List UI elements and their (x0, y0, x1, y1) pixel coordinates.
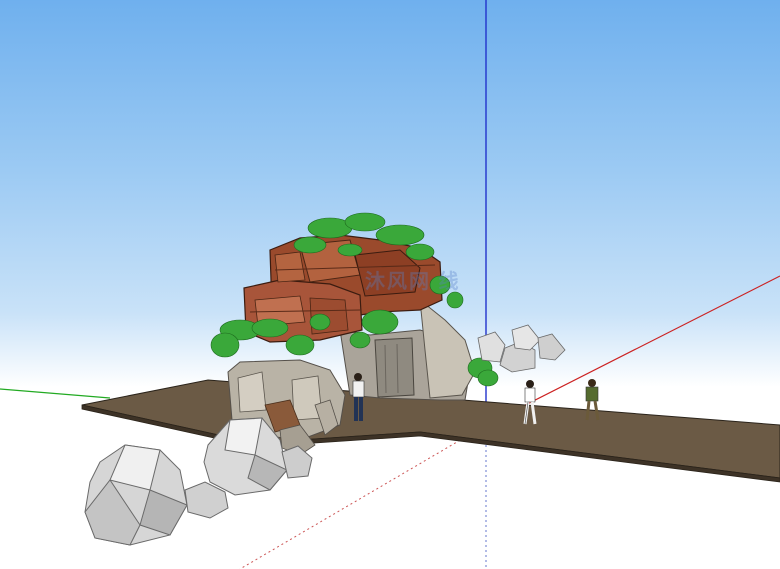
green-axis (0, 388, 111, 399)
foreground-boulders[interactable] (84, 417, 313, 546)
sketchup-viewport[interactable]: 沐风网 线 (0, 0, 780, 569)
watermark: 沐风网 线 (365, 271, 461, 293)
